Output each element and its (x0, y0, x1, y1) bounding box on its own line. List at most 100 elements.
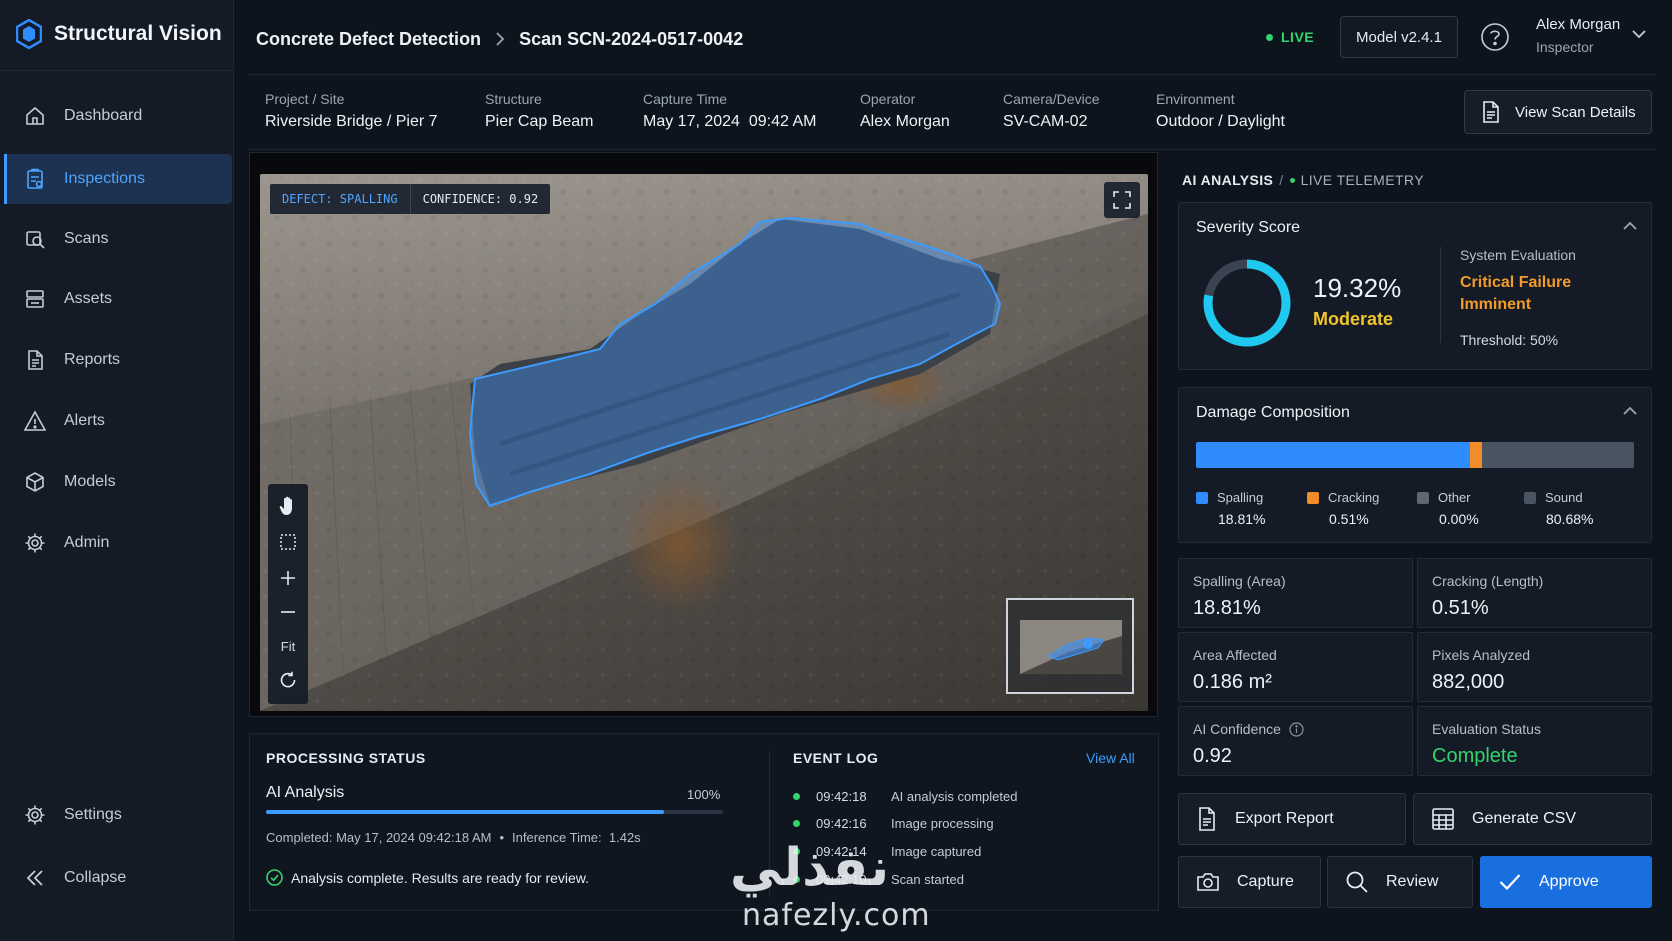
fullscreen-button[interactable] (1104, 182, 1140, 218)
sidebar-item-alerts[interactable]: Alerts (4, 396, 232, 446)
stat-label: Cracking (Length) (1432, 573, 1544, 589)
sidebar-item-label: Dashboard (64, 107, 143, 124)
stat-evaluation-status: Evaluation Status Complete (1417, 706, 1652, 776)
sidebar-item-dashboard[interactable]: Dashboard (4, 91, 232, 141)
stat-value: 18.81% (1193, 597, 1261, 619)
fit-button[interactable]: Fit (268, 628, 308, 664)
breadcrumb-root[interactable]: Concrete Defect Detection (256, 29, 481, 50)
event-dot (793, 792, 800, 800)
stat-value: 882,000 (1432, 671, 1505, 693)
legend-other: Other 0.00% (1417, 490, 1479, 527)
double-chevron-left-icon (26, 870, 43, 886)
meta-label: Project / Site (265, 91, 345, 107)
reset-view-button[interactable] (268, 662, 308, 698)
chevron-right-icon (496, 32, 505, 46)
stat-spalling-area: Spalling (Area) 18.81% (1178, 558, 1413, 628)
database-icon (26, 290, 44, 308)
legend-swatch (1524, 491, 1536, 504)
sidebar-item-settings[interactable]: Settings (4, 790, 232, 840)
help-icon[interactable] (1480, 22, 1510, 52)
stat-cracking-length: Cracking (Length) 0.51% (1417, 558, 1652, 628)
select-tool[interactable] (268, 524, 308, 560)
legend-label: Other (1438, 490, 1471, 505)
severity-score-card: Severity Score 19.32% Moderate System Ev… (1178, 202, 1652, 370)
generate-csv-button[interactable]: Generate CSV (1413, 793, 1652, 845)
severity-threshold: Threshold: 50% (1460, 332, 1559, 348)
defect-tag: DEFECT: SPALLING CONFIDENCE: 0.92 (270, 184, 551, 214)
view-scan-details-button[interactable]: View Scan Details (1464, 90, 1652, 134)
event-log-row: 09:42:14 Image captured (793, 842, 981, 860)
sidebar-item-scans[interactable]: Scans (4, 214, 232, 264)
pan-tool[interactable] (268, 488, 308, 524)
sidebar-item-reports[interactable]: Reports (4, 335, 232, 385)
info-icon[interactable] (1289, 721, 1304, 737)
telemetry-dot (1289, 177, 1295, 183)
reset-icon (280, 671, 296, 688)
live-telemetry-label: LIVE TELEMETRY (1300, 172, 1424, 188)
legend-swatch (1307, 491, 1319, 504)
scan-metadata: Project / Site Riverside Bridge / Pier 7… (248, 74, 1656, 150)
event-time: 09:42:16 (816, 815, 867, 831)
stat-pixels-analyzed: Pixels Analyzed 882,000 (1417, 632, 1652, 702)
brand[interactable]: Structural Vision (16, 16, 222, 52)
sidebar-item-label: Collapse (64, 869, 127, 886)
processing-task-name: AI Analysis (266, 784, 345, 801)
event-time: 09:42:10 (816, 871, 867, 887)
chevron-down-icon[interactable] (1632, 29, 1646, 39)
sidebar-item-admin[interactable]: Admin (4, 518, 232, 568)
meta-label: Operator (860, 91, 916, 107)
event-log-title: EVENT LOG (793, 750, 879, 766)
report-icon (28, 350, 43, 370)
system-evaluation-label: System Evaluation (1460, 247, 1576, 263)
brand-divider (0, 70, 234, 71)
gear-icon (25, 533, 45, 553)
legend-sound: Sound 80.68% (1524, 490, 1593, 527)
processing-meta: Completed: May 17, 2024 09:42:18 AM • In… (266, 830, 641, 845)
chevron-up-icon[interactable] (1623, 406, 1637, 416)
legend-spalling: Spalling 18.81% (1196, 490, 1265, 527)
stat-value: 0.51% (1432, 597, 1489, 619)
processing-inference-time: Inference Time: 1.42s (512, 830, 641, 845)
stat-value: Complete (1432, 745, 1518, 767)
select-box-icon (280, 534, 296, 550)
approve-button[interactable]: Approve (1480, 856, 1652, 908)
ai-analysis-header: AI ANALYSIS / LIVE TELEMETRY (1182, 172, 1424, 188)
meta-label: Camera/Device (1003, 91, 1100, 107)
zoom-in-button[interactable] (268, 560, 308, 596)
model-version-button[interactable]: Model v2.4.1 (1340, 16, 1458, 58)
approve-label: Approve (1539, 873, 1599, 890)
zoom-out-icon (281, 611, 295, 613)
sidebar-item-inspections[interactable]: Inspections (4, 154, 232, 204)
event-log-view-all-link[interactable]: View All (1086, 750, 1135, 766)
sidebar-item-label: Admin (64, 534, 110, 551)
meta-environment: Environment Outdoor / Daylight (1156, 91, 1285, 131)
sidebar-collapse-button[interactable]: Collapse (4, 853, 232, 903)
check-circle-icon (266, 869, 283, 886)
event-dot (793, 875, 800, 883)
review-button[interactable]: Review (1327, 856, 1473, 908)
defect-label: DEFECT: SPALLING (270, 184, 411, 214)
capture-button[interactable]: Capture (1178, 856, 1321, 908)
damage-composition-card: Damage Composition Spalling 18.81% Crack… (1178, 387, 1652, 543)
sidebar-item-label: Settings (64, 806, 122, 823)
zoom-out-button[interactable] (268, 594, 308, 630)
chevron-up-icon[interactable] (1623, 221, 1637, 231)
stat-label: Pixels Analyzed (1432, 647, 1531, 663)
viewer-minimap[interactable] (1006, 598, 1134, 694)
stat-label: Evaluation Status (1432, 721, 1541, 737)
processing-complete-message: Analysis complete. Results are ready for… (266, 869, 589, 886)
meta-bullet: • (499, 830, 505, 845)
sidebar-item-label: Alerts (64, 412, 105, 429)
stat-label-row: AI Confidence (1193, 721, 1304, 737)
sidebar-item-assets[interactable]: Assets (4, 274, 232, 324)
sidebar-item-models[interactable]: Models (4, 457, 232, 507)
severity-score-value: 19.32% (1313, 273, 1402, 303)
damage-composition-bar (1196, 442, 1634, 468)
export-report-button[interactable]: Export Report (1178, 793, 1406, 845)
legend-label: Sound (1545, 490, 1583, 505)
generate-csv-label: Generate CSV (1472, 810, 1577, 827)
meta-label: Environment (1156, 91, 1235, 107)
user-name[interactable]: Alex Morgan (1536, 16, 1620, 33)
legend-value: 80.68% (1546, 511, 1594, 527)
brand-name: Structural Vision (54, 22, 222, 45)
